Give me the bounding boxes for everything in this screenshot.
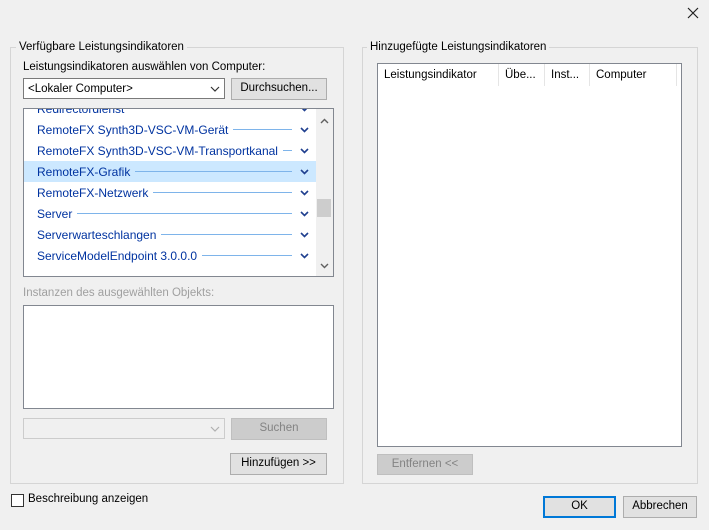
chevron-down-icon [210,426,220,432]
close-button[interactable] [682,4,704,22]
expand-chevron-icon[interactable] [298,147,310,154]
show-description-checkbox[interactable] [11,494,24,507]
object-list-item-rule [202,255,292,256]
expand-chevron-icon[interactable] [298,189,310,196]
search-button[interactable]: Suchen [231,418,327,440]
object-list-item[interactable]: RemoteFX-Grafik [24,161,316,182]
column-header-counter[interactable]: Leistungsindikator [378,64,504,86]
browse-button[interactable]: Durchsuchen... [231,78,327,100]
expand-chevron-icon[interactable] [298,252,310,259]
object-list-item-label: RemoteFX Synth3D-VSC-VM-Gerät [37,122,229,137]
computer-combobox-value: <Lokaler Computer> [28,82,133,95]
instances-label: Instanzen des ausgewählten Objekts: [23,287,215,299]
object-list-item-rule [77,213,292,214]
cancel-button[interactable]: Abbrechen [623,496,697,518]
object-list-item-rule [282,150,292,151]
column-header-instance[interactable]: Inst... [545,64,595,86]
object-list-item-label: RemoteFX-Netzwerk [37,185,149,200]
object-list-item-rule [233,129,292,130]
object-list-item[interactable]: Redirectordienst [24,109,316,119]
added-counters-list[interactable]: Leistungsindikator Übe... Inst... Comput… [377,63,682,447]
object-list-item-rule [135,171,292,172]
remove-button[interactable]: Entfernen << [377,454,473,475]
object-list-item-label: Redirectordienst [24,109,124,116]
expand-chevron-icon[interactable] [298,126,310,133]
available-counters-title: Verfügbare Leistungsindikatoren [16,40,187,54]
close-icon [687,7,699,19]
scroll-up-icon[interactable] [320,118,329,124]
scrollbar-thumb[interactable] [317,199,331,217]
object-list-item[interactable]: RemoteFX Synth3D-VSC-VM-Gerät [24,119,316,140]
object-list-item[interactable]: RemoteFX-Netzwerk [24,182,316,203]
object-list-item-label: RemoteFX Synth3D-VSC-VM-Transportkanal [37,143,278,158]
expand-chevron-icon[interactable] [298,210,310,217]
added-counters-title: Hinzugefügte Leistungsindikatoren [367,40,550,54]
object-list-item[interactable]: ServiceModelEndpoint 3.0.0.0 [24,245,316,266]
object-list-item-rule [153,192,292,193]
add-button[interactable]: Hinzufügen >> [230,453,327,475]
show-description-label[interactable]: Beschreibung anzeigen [28,493,148,505]
select-from-computer-label: Leistungsindikatoren auswählen von Compu… [23,61,266,73]
performance-object-list[interactable]: Redirectordienst RemoteFX Synth3D-VSC-VM-… [23,108,334,277]
expand-chevron-icon[interactable] [298,231,310,238]
object-list-scrollbar[interactable] [316,109,333,276]
column-separator [676,64,677,86]
instance-search-combobox[interactable] [23,418,225,439]
object-list-item-label: Serverwarteschlangen [37,227,157,242]
object-list-item[interactable]: RemoteFX Synth3D-VSC-VM-Transportkanal [24,140,316,161]
column-header-computer[interactable]: Computer [590,64,681,86]
computer-combobox[interactable]: <Lokaler Computer> [23,78,225,99]
expand-chevron-icon[interactable] [298,109,310,112]
instances-list[interactable] [23,305,334,409]
expand-chevron-icon[interactable] [298,168,310,175]
object-list-item[interactable]: Serverwarteschlangen [24,224,316,245]
chevron-down-icon [210,86,220,92]
column-header-parent[interactable]: Übe... [499,64,550,86]
scroll-down-icon[interactable] [320,263,329,269]
object-list-item-label: RemoteFX-Grafik [37,164,131,179]
object-list-item[interactable]: Server [24,203,316,224]
object-list-item-label: ServiceModelEndpoint 3.0.0.0 [37,248,198,263]
object-list-item-rule [161,234,292,235]
ok-button[interactable]: OK [543,496,616,518]
object-list-item-label: Server [37,206,73,221]
